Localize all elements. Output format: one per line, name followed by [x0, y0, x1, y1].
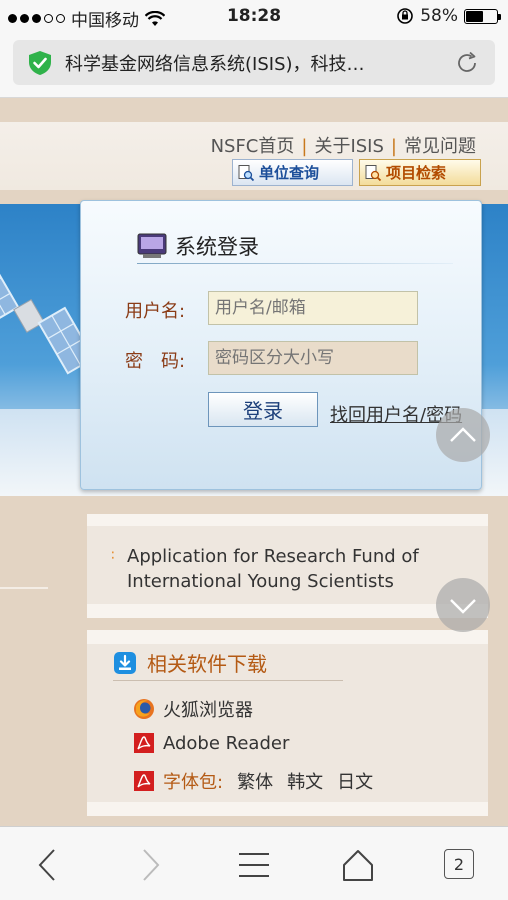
site-header: NSFC首页 | 关于ISIS | 常见问题 单位查询 项目检索 — [0, 122, 508, 190]
login-button[interactable]: 登录 — [208, 392, 318, 427]
login-panel: 系统登录 用户名: 密 码: 登录 找回用户名/密码 — [80, 200, 482, 490]
firefox-icon — [134, 699, 154, 719]
login-title-divider — [137, 263, 453, 264]
browser-toolbar: 2 — [0, 826, 508, 900]
nav-separator: | — [390, 136, 397, 157]
download-firefox-label: 火狐浏览器 — [163, 700, 253, 721]
battery-icon — [464, 8, 501, 24]
password-input[interactable] — [208, 341, 418, 375]
username-label: 用户名: — [125, 301, 186, 322]
page-url: 科学基金网络信息系统(ISIS)，科技… — [65, 53, 365, 75]
downloads-box: 相关软件下载 火狐浏览器 Adobe Reader 字体包: 繁体 韩文 日文 — [87, 630, 488, 816]
downloads-title: 相关软件下载 — [113, 648, 267, 677]
monitor-icon — [137, 233, 167, 258]
news-title-line1: Application for Research Fund of — [127, 546, 419, 567]
downloads-divider — [113, 680, 343, 681]
password-label: 密 码: — [125, 351, 186, 372]
unit-query-button[interactable]: 单位查询 — [232, 159, 353, 186]
news-item-link[interactable]: Application for Research Fund of Interna… — [127, 544, 419, 594]
unit-query-label: 单位查询 — [259, 164, 320, 182]
chevron-down-icon — [450, 599, 476, 614]
browser-address-area: 科学基金网络信息系统(ISIS)，科技… — [0, 32, 508, 98]
search-document-icon — [365, 164, 382, 181]
login-title: 系统登录 — [137, 231, 259, 261]
download-fontpack: 字体包: 繁体 韩文 日文 — [133, 768, 373, 794]
reload-icon[interactable] — [453, 49, 481, 77]
username-input[interactable] — [208, 291, 418, 325]
pdf-icon — [134, 771, 154, 791]
downloads-box-bottom-border — [87, 802, 488, 816]
news-title-line2: International Young Scientists — [127, 571, 394, 592]
top-band — [0, 98, 508, 122]
scroll-down-button[interactable] — [436, 578, 490, 632]
fontpack-traditional-link[interactable]: 繁体 — [237, 768, 273, 794]
chevron-up-icon — [450, 427, 476, 442]
pdf-icon — [134, 733, 154, 753]
news-box-top-border — [87, 514, 488, 526]
status-bar: 中国移动 18:28 58% — [0, 0, 508, 32]
download-adobe-label: Adobe Reader — [163, 732, 290, 754]
downloads-title-text: 相关软件下载 — [147, 652, 267, 676]
home-icon[interactable] — [338, 845, 378, 885]
search-document-icon — [238, 164, 255, 181]
bullet-icon: ∶ — [111, 548, 115, 564]
sidebar-divider — [0, 587, 48, 589]
download-firefox[interactable]: 火狐浏览器 — [133, 696, 253, 722]
top-nav: NSFC首页 | 关于ISIS | 常见问题 — [211, 132, 476, 158]
nav-nsfc-home[interactable]: NSFC首页 — [211, 136, 295, 157]
address-bar[interactable]: 科学基金网络信息系统(ISIS)，科技… — [13, 40, 495, 85]
fontpack-label: 字体包: — [163, 772, 224, 793]
menu-icon[interactable] — [234, 845, 274, 885]
satellite-image — [0, 245, 80, 375]
back-icon[interactable] — [28, 845, 68, 885]
nav-about-isis[interactable]: 关于ISIS — [314, 136, 383, 157]
forward-icon[interactable] — [130, 845, 170, 885]
project-search-button[interactable]: 项目检索 — [359, 159, 481, 186]
downloads-box-top-border — [87, 630, 488, 644]
fontpack-japanese-link[interactable]: 日文 — [337, 768, 373, 794]
fontpack-korean-link[interactable]: 韩文 — [287, 768, 323, 794]
battery-percent: 58% — [420, 6, 458, 26]
login-title-text: 系统登录 — [175, 235, 259, 259]
tabs-button[interactable]: 2 — [444, 849, 474, 879]
nav-separator: | — [301, 136, 308, 157]
security-shield-icon — [29, 50, 51, 75]
project-search-label: 项目检索 — [386, 164, 447, 182]
download-adobe-reader[interactable]: Adobe Reader — [133, 732, 289, 754]
battery-info: 58% — [396, 6, 501, 26]
news-box: ∶ Application for Research Fund of Inter… — [87, 514, 488, 618]
news-box-bottom-border — [87, 604, 488, 618]
download-icon — [114, 651, 136, 674]
rotation-lock-icon — [397, 8, 414, 24]
scroll-up-button[interactable] — [436, 408, 490, 462]
nav-faq[interactable]: 常见问题 — [404, 136, 476, 157]
